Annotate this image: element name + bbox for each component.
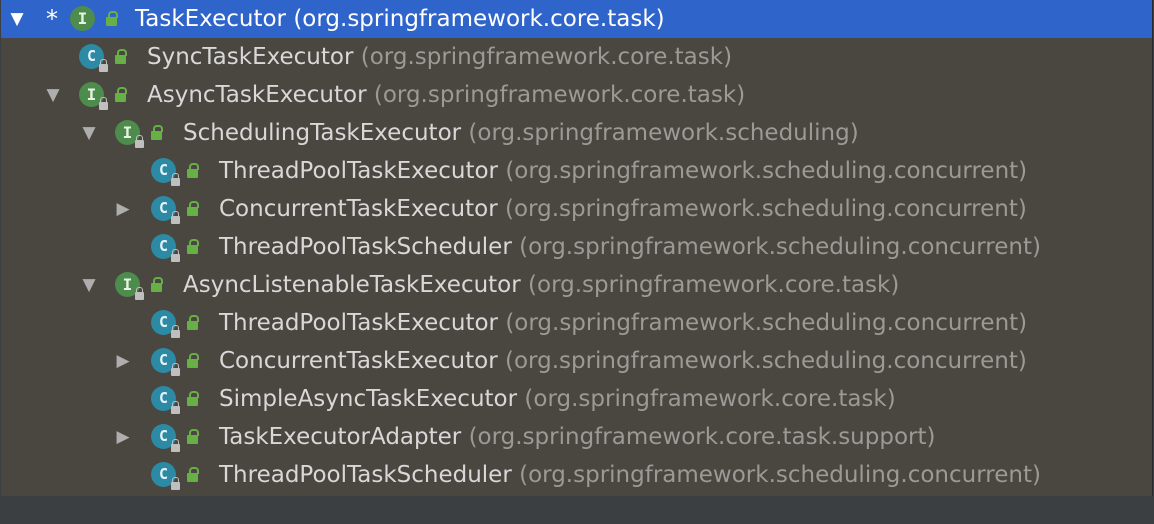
public-lock-icon: [185, 239, 199, 254]
public-lock-icon: [113, 49, 127, 64]
type-name: SchedulingTaskExecutor: [183, 120, 462, 146]
type-name: TaskExecutor: [135, 6, 286, 32]
interface-icon: I: [115, 272, 144, 300]
tree-row-async-listenable-task-executor[interactable]: ▼ I AsyncListenableTaskExecutor (org.spr…: [1, 266, 1152, 304]
package-name: (org.springframework.scheduling.concurre…: [505, 348, 1027, 374]
tree-row-thread-pool-task-executor[interactable]: C ThreadPoolTaskExecutor (org.springfram…: [1, 152, 1152, 190]
tree-row-sync-task-executor[interactable]: C SyncTaskExecutor (org.springframework.…: [1, 38, 1152, 76]
lock-badge-icon: [171, 249, 180, 262]
class-icon: C: [151, 348, 180, 376]
package-name: (org.springframework.scheduling.concurre…: [505, 310, 1028, 336]
lock-badge-icon: [171, 325, 180, 338]
class-icon: C: [151, 386, 180, 414]
lock-badge-icon: [99, 59, 108, 72]
tree-row-concurrent-task-executor[interactable]: ▶ C ConcurrentTaskExecutor (org.springfr…: [1, 342, 1152, 380]
lock-badge-icon: [171, 363, 180, 376]
lock-badge-icon: [171, 477, 180, 490]
triangle-right-icon[interactable]: ▶: [113, 190, 133, 228]
triangle-right-icon[interactable]: ▶: [113, 418, 133, 456]
tree-row-thread-pool-task-scheduler[interactable]: C ThreadPoolTaskScheduler (org.springfra…: [1, 228, 1152, 266]
package-name: (org.springframework.core.task): [360, 44, 733, 70]
package-name: (org.springframework.core.task): [373, 82, 746, 108]
type-name: TaskExecutorAdapter: [219, 424, 462, 450]
public-lock-icon: [185, 391, 199, 406]
tree-row-task-executor[interactable]: ▼ * I TaskExecutor (org.springframework.…: [1, 0, 1152, 38]
type-name: ThreadPoolTaskScheduler: [219, 462, 512, 488]
type-name: ThreadPoolTaskScheduler: [219, 234, 512, 260]
triangle-down-icon[interactable]: ▼: [43, 76, 63, 114]
public-lock-icon: [185, 315, 199, 330]
lock-badge-icon: [99, 97, 108, 110]
lock-badge-icon: [171, 401, 180, 414]
type-hierarchy-tree: ▼ * I TaskExecutor (org.springframework.…: [1, 0, 1153, 496]
package-name: (org.springframework.core.task): [528, 272, 900, 298]
triangle-right-icon[interactable]: ▶: [113, 342, 133, 380]
public-lock-icon: [185, 163, 199, 178]
class-icon: C: [151, 234, 180, 262]
tree-row-scheduling-task-executor[interactable]: ▼ I SchedulingTaskExecutor (org.springfr…: [1, 114, 1152, 152]
package-name: (org.springframework.scheduling): [468, 120, 859, 146]
public-lock-icon: [149, 277, 163, 292]
public-lock-icon: [113, 87, 127, 102]
type-name: ConcurrentTaskExecutor: [219, 196, 498, 222]
tree-row-simple-async-task-executor[interactable]: C SimpleAsyncTaskExecutor (org.springfra…: [1, 380, 1152, 418]
type-name: SimpleAsyncTaskExecutor: [219, 386, 518, 412]
interface-icon: I: [115, 120, 144, 148]
interface-icon: I: [70, 6, 95, 31]
public-lock-icon: [185, 429, 199, 444]
lock-badge-icon: [171, 173, 180, 186]
type-name: SyncTaskExecutor: [147, 44, 354, 70]
type-name: ThreadPoolTaskExecutor: [219, 310, 498, 336]
class-icon: C: [151, 310, 180, 338]
interface-icon: I: [79, 82, 108, 110]
package-name: (org.springframework.core.task): [524, 386, 896, 412]
package-name: (org.springframework.core.task.support): [468, 424, 936, 450]
lock-badge-icon: [135, 287, 144, 300]
tree-row-concurrent-task-executor[interactable]: ▶ C ConcurrentTaskExecutor (org.springfr…: [1, 190, 1152, 228]
tree-row-async-task-executor[interactable]: ▼ I AsyncTaskExecutor (org.springframewo…: [1, 76, 1152, 114]
public-lock-icon: [185, 467, 199, 482]
type-name: ConcurrentTaskExecutor: [219, 348, 498, 374]
triangle-down-icon[interactable]: ▼: [7, 0, 27, 38]
public-lock-icon: [104, 11, 118, 26]
package-name: (org.springframework.scheduling.concurre…: [505, 196, 1027, 222]
type-name: ThreadPoolTaskExecutor: [219, 158, 498, 184]
package-name: (org.springframework.scheduling.concurre…: [519, 462, 1041, 488]
tree-row-thread-pool-task-executor[interactable]: C ThreadPoolTaskExecutor (org.springfram…: [1, 304, 1152, 342]
triangle-down-icon[interactable]: ▼: [79, 114, 99, 152]
lock-badge-icon: [135, 135, 144, 148]
class-icon: C: [151, 196, 180, 224]
class-icon: C: [79, 44, 108, 72]
public-lock-icon: [149, 125, 163, 140]
tree-row-thread-pool-task-scheduler[interactable]: C ThreadPoolTaskScheduler (org.springfra…: [1, 456, 1152, 494]
class-icon: C: [151, 424, 180, 452]
tree-row-task-executor-adapter[interactable]: ▶ C TaskExecutorAdapter (org.springframe…: [1, 418, 1152, 456]
package-name: (org.springframework.scheduling.concurre…: [505, 158, 1028, 184]
type-name: AsyncTaskExecutor: [147, 82, 367, 108]
lock-badge-icon: [171, 439, 180, 452]
package-name: (org.springframework.scheduling.concurre…: [519, 234, 1041, 260]
lock-badge-icon: [171, 211, 180, 224]
class-icon: C: [151, 462, 180, 490]
package-name: (org.springframework.core.task): [293, 6, 665, 32]
focus-marker: *: [46, 5, 58, 33]
triangle-down-icon[interactable]: ▼: [79, 266, 99, 304]
public-lock-icon: [185, 201, 199, 216]
class-icon: C: [151, 158, 180, 186]
public-lock-icon: [185, 353, 199, 368]
type-name: AsyncListenableTaskExecutor: [183, 272, 521, 298]
